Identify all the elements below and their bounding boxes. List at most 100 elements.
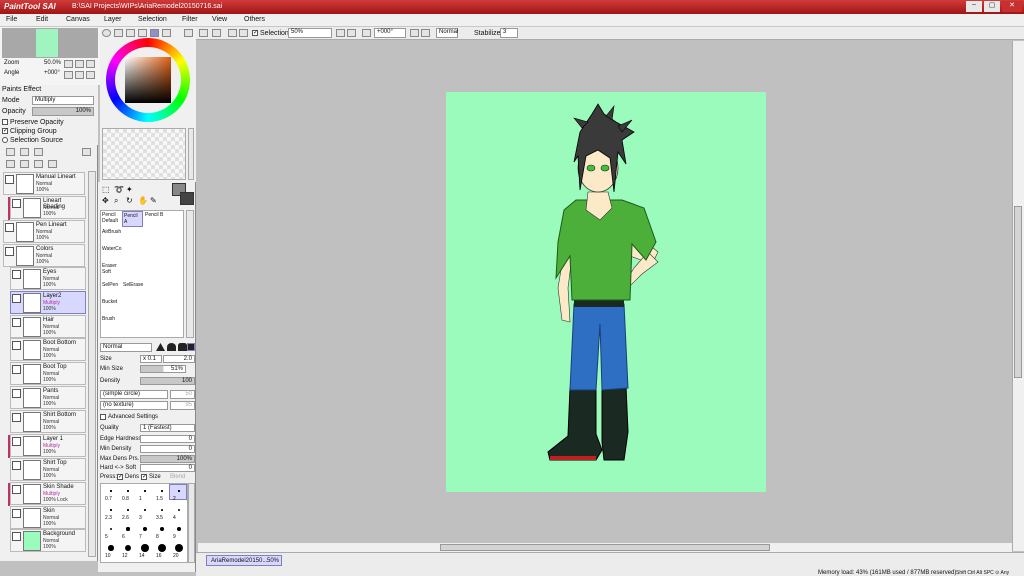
- zoom-value[interactable]: 50.0%: [44, 60, 61, 66]
- max-dens-slider[interactable]: 100%: [140, 455, 195, 463]
- layer-row[interactable]: Pants Normal 100%: [10, 386, 86, 409]
- invert-selection-button[interactable]: [212, 29, 221, 37]
- brush-size-dot[interactable]: [124, 544, 132, 552]
- hard-soft-slider[interactable]: 0: [140, 464, 195, 472]
- color-wheel-icon[interactable]: [102, 29, 111, 37]
- brush-size-dot[interactable]: [159, 526, 165, 532]
- brush-size-dot[interactable]: [127, 509, 129, 511]
- menu-file[interactable]: File: [6, 16, 17, 23]
- tool-bucket[interactable]: Bucket: [101, 298, 121, 314]
- zoom-out-button[interactable]: [64, 60, 73, 68]
- brush-shape-flat-icon[interactable]: [178, 343, 187, 351]
- layer-row[interactable]: Hair Normal 100%: [10, 315, 86, 338]
- color-panel-toggle[interactable]: [184, 29, 193, 37]
- brush-size-dot[interactable]: [144, 490, 146, 492]
- eye-icon[interactable]: [12, 341, 21, 350]
- eye-icon[interactable]: [12, 485, 21, 494]
- eyedropper-icon[interactable]: ✎: [150, 196, 157, 205]
- secondary-color-swatch[interactable]: [180, 192, 194, 205]
- eye-icon[interactable]: [12, 389, 21, 398]
- toolbar-zoom-out-button[interactable]: [336, 29, 345, 37]
- brush-shape-select[interactable]: (simple circle): [100, 390, 168, 399]
- layer-scrollbar[interactable]: [88, 171, 96, 557]
- menu-selection[interactable]: Selection: [138, 16, 167, 23]
- tool-selerase[interactable]: SelErase: [122, 281, 144, 297]
- layer-row[interactable]: Manual Lineart Normal 100%: [3, 172, 85, 195]
- density-slider[interactable]: 100: [140, 377, 195, 385]
- brush-size-dot[interactable]: [144, 509, 146, 511]
- brush-size-dot[interactable]: [161, 509, 163, 511]
- swatches-icon[interactable]: [138, 29, 147, 37]
- delete-layer-button[interactable]: [48, 160, 57, 168]
- drawing-canvas[interactable]: [446, 92, 766, 492]
- eye-icon[interactable]: [5, 223, 14, 232]
- tool-pencil-a[interactable]: Pencil A: [122, 211, 143, 227]
- rotate-tool-icon[interactable]: ↻: [126, 196, 133, 205]
- brush-shape-round-icon[interactable]: [167, 343, 176, 351]
- brush-size-dot[interactable]: [110, 509, 112, 511]
- maximize-button[interactable]: ▢: [984, 1, 1000, 12]
- minimize-button[interactable]: –: [966, 1, 982, 12]
- paints-effect-header[interactable]: Paints Effect: [2, 86, 41, 93]
- brush-size-dot[interactable]: [110, 490, 112, 492]
- scratchpad-area[interactable]: [102, 128, 186, 180]
- document-tab[interactable]: AriaRemodel20150... 50%: [206, 555, 282, 566]
- tool-watercolor[interactable]: WaterCo: [101, 245, 122, 261]
- toolbar-rotate-left-button[interactable]: [362, 29, 371, 37]
- tool-airbrush[interactable]: AirBrush: [101, 228, 121, 244]
- brush-size-dot[interactable]: [108, 545, 114, 551]
- magic-wand-icon[interactable]: ✦: [126, 185, 133, 194]
- angle-select[interactable]: +000°: [374, 28, 406, 38]
- press-density-checkbox[interactable]: ✓: [117, 474, 123, 480]
- size-slider[interactable]: 2.0: [163, 355, 195, 363]
- horizontal-scroll-thumb[interactable]: [440, 544, 770, 551]
- eye-icon[interactable]: [12, 437, 21, 446]
- new-linework-button[interactable]: [20, 148, 29, 156]
- brush-size-dot[interactable]: [161, 490, 163, 492]
- selection-source-checkbox[interactable]: [2, 137, 8, 143]
- layer-row[interactable]: Skin Shade Multiply 100% Lock: [8, 482, 86, 506]
- move-icon[interactable]: ✥: [102, 196, 109, 205]
- layer-row[interactable]: Background Normal 100%: [10, 529, 86, 552]
- layer-panel-toggle[interactable]: [82, 148, 91, 156]
- edge-hardness-slider[interactable]: 0: [140, 435, 195, 443]
- rgb-slider-icon[interactable]: [114, 29, 123, 37]
- advanced-settings-toggle[interactable]: [100, 414, 106, 420]
- brush-size-dot[interactable]: [143, 527, 147, 531]
- hand-icon[interactable]: ✋: [138, 196, 148, 205]
- layer-row[interactable]: Boot Bottom Normal 100%: [10, 338, 86, 361]
- brush-size-dot[interactable]: [176, 526, 182, 532]
- rotate-reset-button[interactable]: [86, 71, 95, 79]
- eye-icon[interactable]: [5, 247, 14, 256]
- menu-layer[interactable]: Layer: [104, 16, 122, 23]
- lasso-icon[interactable]: ➰: [114, 185, 124, 194]
- menu-canvas[interactable]: Canvas: [66, 16, 90, 23]
- zoom-in-button[interactable]: [75, 60, 84, 68]
- preserve-opacity-checkbox[interactable]: [2, 119, 8, 125]
- tool-pencil-default[interactable]: Pencil Default: [101, 211, 121, 227]
- clear-layer-button[interactable]: [34, 160, 43, 168]
- hsv-slider-icon[interactable]: [126, 29, 135, 37]
- brush-blend-mode-select[interactable]: Normal: [100, 343, 152, 352]
- layer-row[interactable]: Boot Top Normal 100%: [10, 362, 86, 385]
- press-size-checkbox[interactable]: ✓: [141, 474, 147, 480]
- scratchpad-icon[interactable]: [150, 29, 159, 37]
- show-selection-button[interactable]: [228, 29, 237, 37]
- brush-size-dot[interactable]: [141, 544, 149, 552]
- layer-row[interactable]: Pen Lineart Normal 100%: [3, 220, 85, 243]
- layer-row[interactable]: Layer 1 Multiply 100%: [8, 434, 86, 458]
- brush-size-dot[interactable]: [126, 527, 130, 531]
- deselect-button[interactable]: [199, 29, 208, 37]
- tool-pencil-b[interactable]: Pencil B: [144, 211, 164, 227]
- brush-size-dot[interactable]: [127, 490, 129, 492]
- layer-row[interactable]: Eyes Normal 100%: [10, 267, 86, 290]
- rotate-right-button[interactable]: [75, 71, 84, 79]
- brush-texture-select[interactable]: (no texture): [100, 401, 168, 410]
- menu-others[interactable]: Others: [244, 16, 265, 23]
- tool-brush[interactable]: Brush: [101, 315, 121, 331]
- layer-row[interactable]: Shirt Top Normal 100%: [10, 458, 86, 481]
- brush-size-dot[interactable]: [177, 508, 181, 512]
- selection-checkbox[interactable]: ✓: [252, 30, 258, 36]
- brush-size-dot[interactable]: [157, 543, 167, 553]
- new-layer-button[interactable]: [6, 148, 15, 156]
